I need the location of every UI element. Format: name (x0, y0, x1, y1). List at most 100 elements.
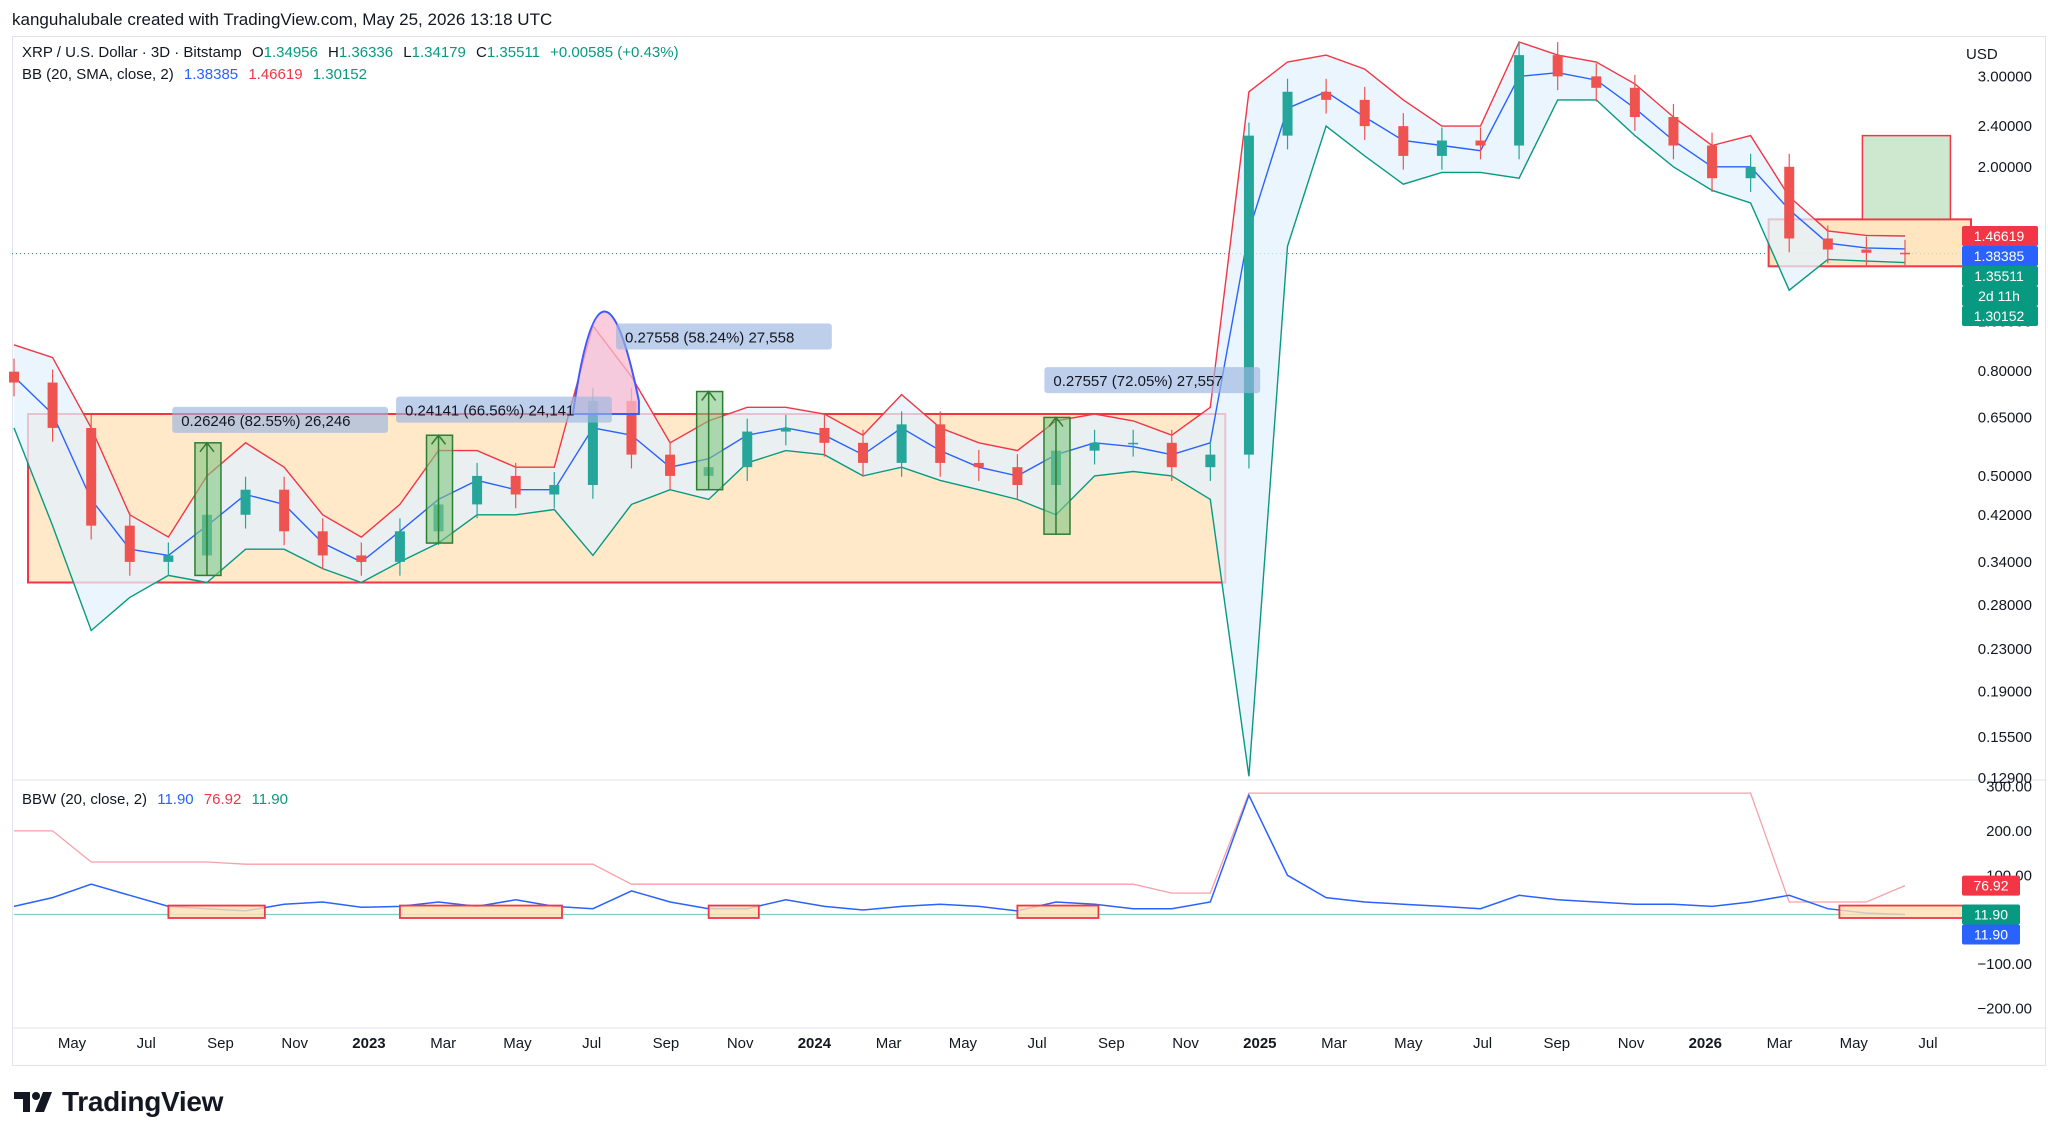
price-axis-label: 2.00000 (1978, 159, 2032, 176)
candle (1359, 99, 1370, 127)
legend-open: 1.34956 (263, 44, 318, 61)
legend-bbw: BBW (20, close, 2) 11.90 76.92 11.90 (22, 791, 294, 808)
bbw-line (13, 793, 1906, 916)
time-axis-label: Jul (1473, 1035, 1492, 1052)
measurement-label: 0.24141 (66.56%) 24,141 (405, 403, 574, 420)
candle (1668, 117, 1679, 146)
price-badge-text: 1.30152 (1974, 308, 2025, 324)
candle (1243, 135, 1254, 455)
candle (549, 485, 560, 495)
currency-label[interactable]: USD (1966, 46, 1998, 63)
legend-h-label: H (328, 44, 339, 61)
candle (1861, 249, 1872, 253)
time-axis-label: May (949, 1035, 978, 1052)
price-axis-label: 0.65000 (1978, 409, 2032, 426)
candle (935, 424, 946, 463)
tradingview-logo-icon (14, 1092, 52, 1112)
candle (472, 475, 483, 505)
candle (1205, 454, 1216, 468)
time-axis-label: May (503, 1035, 532, 1052)
price-axis-label: 0.15500 (1978, 729, 2032, 746)
bbw-axis-label: 200.00 (1986, 823, 2032, 840)
legend-bbw-highest: 76.92 (203, 791, 242, 808)
candle (1012, 467, 1023, 486)
candle (317, 531, 328, 556)
brand-text: TradingView (62, 1086, 224, 1117)
price-axis-label: 0.34000 (1978, 554, 2032, 571)
candle (510, 475, 521, 495)
candle (1089, 442, 1100, 451)
bbw-axis-label: 300.00 (1986, 778, 2032, 795)
candle (124, 525, 135, 562)
candle (1591, 76, 1602, 88)
legend-bb: BB (20, SMA, close, 2) 1.38385 1.46619 1… (22, 66, 373, 83)
candle (1707, 145, 1718, 179)
legend-bbw-value: 11.90 (157, 791, 194, 808)
candle (1745, 166, 1756, 179)
price-badge-text: 1.38385 (1974, 248, 2025, 264)
price-chart[interactable]: 0.26246 (82.55%) 26,246 0.24141 (66.56%) … (0, 0, 2048, 1138)
time-axis-label: 2026 (1689, 1035, 1722, 1052)
breakout-marker (425, 434, 454, 544)
bbw-badge-text: 76.92 (1973, 878, 2008, 894)
time-axis-label: 2024 (798, 1035, 832, 1052)
price-axis-label: 0.80000 (1978, 363, 2032, 380)
price-axis-label: 0.19000 (1978, 684, 2032, 701)
candle (1321, 91, 1332, 100)
bbw-highest-line (14, 792, 1906, 903)
price-badge-text: 2d 11h (1978, 288, 2020, 304)
time-axis-label: Sep (1543, 1035, 1570, 1052)
bbw-axis-label: −200.00 (1977, 1001, 2032, 1018)
bbw-badge-text: 11.90 (1974, 906, 2008, 922)
legend-symbol: XRP / U.S. Dollar · 3D · Bitstamp (22, 44, 242, 61)
time-axis-label: 2025 (1243, 1035, 1276, 1052)
legend-bb-upper: 1.46619 (248, 66, 303, 83)
candle (1784, 166, 1795, 239)
price-axis-label: 2.40000 (1978, 118, 2032, 135)
candle (1552, 55, 1563, 77)
squeeze-box (399, 904, 563, 919)
time-axis-label: Mar (876, 1035, 902, 1052)
legend-bb-label: BB (20, SMA, close, 2) (22, 66, 174, 83)
legend-bb-basis: 1.38385 (183, 66, 239, 83)
measurement-label: 0.26246 (82.55%) 26,246 (181, 413, 350, 430)
candle (742, 431, 753, 468)
candle (1398, 126, 1409, 156)
time-axis-label: Sep (653, 1035, 680, 1052)
candle (1475, 140, 1486, 146)
legend-high: 1.36336 (338, 44, 394, 61)
time-axis-label: May (1394, 1035, 1423, 1052)
time-axis-label: Nov (1172, 1035, 1199, 1052)
time-axis-label: Jul (137, 1035, 156, 1052)
price-axis-label: 0.50000 (1978, 468, 2032, 485)
squeeze-box (167, 904, 266, 919)
candle (973, 462, 984, 468)
time-axis-label: Nov (281, 1035, 308, 1052)
candle (1514, 55, 1525, 146)
price-axis-label: 0.28000 (1978, 597, 2032, 614)
legend-c-label: C (476, 44, 487, 61)
candle (665, 454, 676, 476)
candle (858, 442, 869, 463)
candle (163, 555, 174, 562)
price-axis-label: 0.42000 (1978, 507, 2032, 524)
legend-change: +0.00585 (+0.43%) (550, 44, 679, 61)
squeeze-box (707, 904, 760, 919)
candle (1166, 442, 1177, 468)
time-axis-label: May (58, 1035, 87, 1052)
candle (896, 424, 907, 463)
tradingview-logo[interactable]: TradingView (14, 1086, 223, 1118)
candle (279, 489, 290, 532)
time-axis-label: Mar (1767, 1035, 1793, 1052)
bbw-panel (13, 792, 1980, 919)
time-axis-label: Nov (1618, 1035, 1645, 1052)
target-breakout-box (1861, 134, 1952, 221)
price-badge-text: 1.46619 (1974, 228, 2025, 244)
time-axis-label: Sep (1098, 1035, 1125, 1052)
legend-main: XRP / U.S. Dollar · 3D · Bitstamp O1.349… (22, 44, 685, 61)
legend-o-label: O (251, 44, 264, 61)
bbw-axis-label: −100.00 (1977, 956, 2032, 973)
price-axis-label: 0.23000 (1978, 641, 2032, 658)
time-axis-label: Mar (1321, 1035, 1347, 1052)
squeeze-box (1016, 904, 1100, 919)
